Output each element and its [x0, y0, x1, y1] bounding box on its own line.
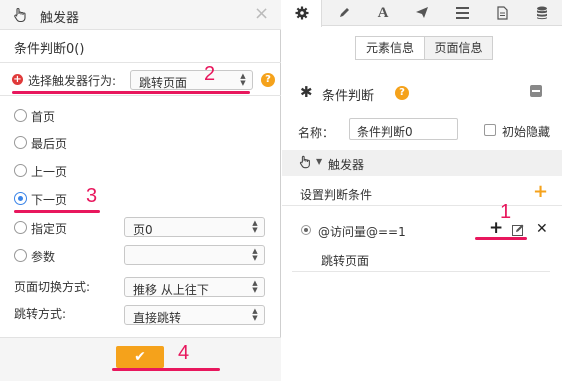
select-arrows-icon: ▲ ▼: [240, 72, 246, 87]
add-condition-icon[interactable]: +: [533, 183, 548, 201]
properties-panel: A 元素信息 页面信息 ✱ 条件判断 ? 名称： 条件判断0 初始隐藏 ▼ 触发…: [282, 0, 562, 381]
radio-parameter[interactable]: 参数: [14, 247, 134, 265]
panel-toolbar: A: [282, 0, 562, 27]
condition-section-header: ✱ 条件判断 ?: [282, 77, 562, 107]
name-label: 名称：: [298, 126, 335, 140]
set-condition-row: 设置判断条件 +: [282, 180, 562, 206]
radio-button[interactable]: [14, 164, 27, 177]
jump-mode-label: 跳转方式:: [14, 307, 67, 321]
trigger-action-select[interactable]: 跳转页面 ▲ ▼: [130, 70, 253, 90]
help-icon[interactable]: ?: [261, 73, 275, 87]
radio-button[interactable]: [14, 109, 27, 122]
select-arrows-icon: ▲ ▼: [252, 307, 258, 322]
initially-hidden-label: 初始隐藏: [502, 125, 551, 139]
dialog-header: 触发器 ×: [0, 0, 281, 30]
annotation-number-3: 3: [86, 185, 98, 207]
annotation-underline-1: [475, 237, 527, 240]
close-icon[interactable]: ×: [254, 4, 269, 24]
radio-previous-page[interactable]: 上一页: [14, 162, 134, 180]
annotation-number-1: 1: [500, 201, 512, 223]
name-value: 条件判断0: [357, 125, 413, 139]
edit-icon[interactable]: [512, 224, 524, 236]
radio-specific-page[interactable]: 指定页: [14, 219, 134, 237]
pencil-icon[interactable]: [324, 0, 364, 26]
radio-label: 指定页: [31, 222, 68, 236]
select-arrows-icon: ▲ ▼: [252, 279, 258, 294]
annotation-number-4: 4: [178, 342, 190, 364]
radio-label: 上一页: [31, 165, 68, 179]
remove-condition-icon[interactable]: ✕: [536, 221, 548, 237]
tab-element-info[interactable]: 元素信息: [355, 36, 425, 60]
tab-page-info[interactable]: 页面信息: [424, 36, 493, 60]
annotation-underline-3: [14, 210, 100, 213]
font-icon[interactable]: A: [363, 0, 403, 26]
section-title: 条件判断: [322, 89, 375, 104]
asterisk-icon: ✱: [300, 83, 313, 101]
parameter-select[interactable]: ▲ ▼: [124, 245, 265, 265]
radio-label: 参数: [31, 250, 56, 264]
hand-pointer-icon: [14, 7, 26, 23]
condition-expression: @访问量@==1: [318, 225, 406, 239]
radio-button[interactable]: [14, 249, 27, 262]
specific-page-select[interactable]: 页0 ▲ ▼: [124, 217, 265, 237]
jump-mode-value: 直接跳转: [133, 311, 182, 325]
dialog-footer: ✔: [0, 337, 281, 381]
radio-label: 最后页: [31, 137, 68, 151]
list-icon[interactable]: [442, 0, 482, 26]
caret-down-icon: ▼: [316, 157, 323, 166]
radio-button[interactable]: [14, 136, 27, 149]
document-icon[interactable]: [482, 0, 522, 26]
trigger-section-bar[interactable]: ▼ 触发器: [282, 150, 562, 176]
trigger-dialog: 触发器 × 条件判断0() + 选择触发器行为: 跳转页面 ▲ ▼ ? 首页 最后…: [0, 0, 281, 381]
trigger-action-value: 跳转页面: [139, 76, 188, 90]
name-input[interactable]: 条件判断0: [349, 118, 458, 140]
gear-icon[interactable]: [282, 0, 322, 27]
dialog-subtitle: 条件判断0(): [14, 42, 85, 57]
help-icon[interactable]: ?: [395, 86, 409, 100]
confirm-button[interactable]: ✔: [116, 346, 164, 368]
dialog-subtitle-row: 条件判断0(): [0, 30, 281, 63]
annotation-underline-4: [112, 368, 220, 371]
radio-label: 下一页: [31, 193, 68, 207]
transition-value: 推移 从上往下: [133, 283, 209, 297]
database-icon[interactable]: [522, 0, 562, 26]
radio-label: 首页: [31, 110, 56, 124]
trigger-label: 触发器: [328, 158, 365, 172]
radio-button[interactable]: [14, 221, 27, 234]
radio-button-checked[interactable]: [14, 192, 27, 205]
plus-circle-icon: +: [12, 74, 23, 85]
condition-item: @访问量@==1 + ✕ 跳转页面: [292, 216, 550, 272]
trigger-action-label: 选择触发器行为:: [28, 74, 117, 88]
transition-label: 页面切换方式:: [14, 280, 91, 294]
radio-last-page[interactable]: 最后页: [14, 134, 134, 152]
radio-next-page[interactable]: 下一页: [14, 190, 134, 208]
set-condition-label: 设置判断条件: [300, 188, 373, 202]
annotation-underline-2: [12, 91, 250, 94]
hand-pointer-icon: [299, 155, 310, 169]
jump-mode-select[interactable]: 直接跳转 ▲ ▼: [124, 305, 265, 325]
condition-action: 跳转页面: [321, 254, 370, 268]
collapse-icon[interactable]: [530, 85, 542, 97]
radio-dot-icon: [301, 225, 311, 235]
transition-select[interactable]: 推移 从上往下 ▲ ▼: [124, 277, 265, 297]
radio-first-page[interactable]: 首页: [14, 107, 134, 125]
select-arrows-icon: ▲ ▼: [252, 247, 258, 262]
dialog-title: 触发器: [40, 11, 80, 26]
specific-page-value: 页0: [133, 223, 153, 237]
annotation-number-2: 2: [204, 63, 216, 85]
select-arrows-icon: ▲ ▼: [252, 219, 258, 234]
send-icon[interactable]: [402, 0, 442, 26]
initially-hidden-checkbox[interactable]: [484, 124, 496, 136]
